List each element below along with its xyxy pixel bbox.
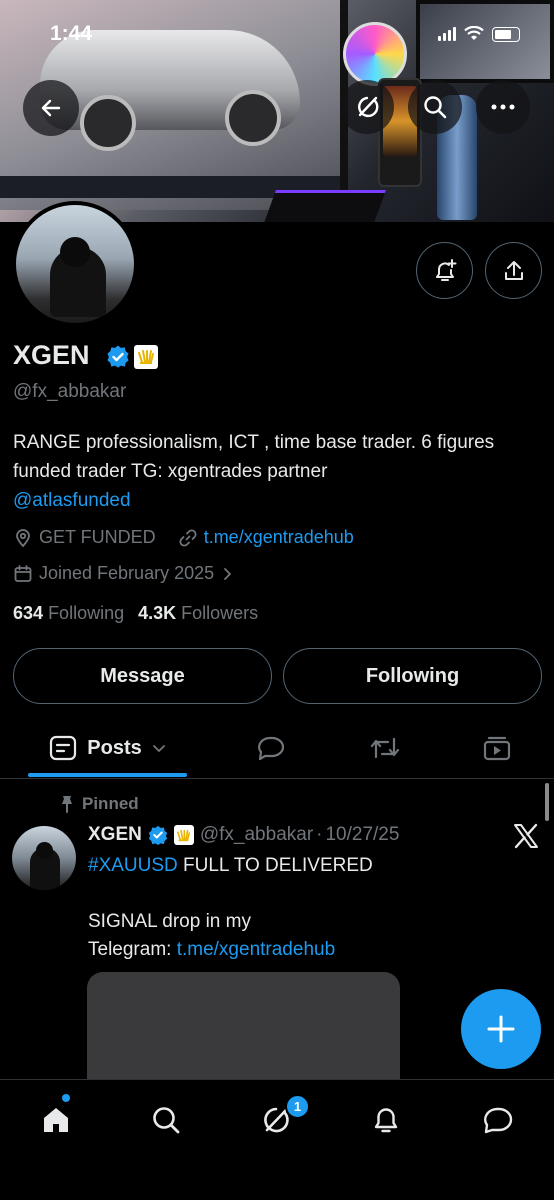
- nav-messages[interactable]: [478, 1100, 518, 1140]
- affiliate-badge-icon: [134, 345, 158, 369]
- profile-website-link[interactable]: t.me/xgentradehub: [204, 527, 354, 548]
- nav-notifications[interactable]: [366, 1100, 406, 1140]
- post-header: XGEN @fx_abbakar · 10/27/25: [88, 824, 399, 846]
- pinned-label: Pinned: [82, 794, 139, 813]
- pin-icon: [62, 796, 72, 813]
- bell-icon: [374, 1108, 398, 1133]
- profile-tabs: Posts: [0, 718, 554, 779]
- affiliate-badge-icon: [173, 825, 194, 845]
- battery-icon: [492, 26, 520, 42]
- tab-posts[interactable]: Posts: [28, 718, 187, 778]
- profile-handle: @fx_abbakar: [13, 381, 127, 402]
- post-author-handle: @fx_abbakar: [199, 824, 314, 845]
- post-line-3: Telegram: t.me/xgentradehub: [88, 939, 336, 960]
- search-button[interactable]: [408, 80, 462, 134]
- post-line-1: #XAUUSD FULL TO DELIVERED: [88, 855, 373, 876]
- bio-text: RANGE professionalism, ICT , time base t…: [13, 432, 495, 482]
- bell-plus-icon: [435, 258, 456, 281]
- post-line-2: SIGNAL drop in my: [88, 911, 251, 932]
- nav-home[interactable]: [36, 1100, 76, 1140]
- share-icon: [504, 260, 523, 280]
- following-count-link[interactable]: 634 Following: [13, 603, 124, 624]
- status-icons: [438, 26, 520, 42]
- repost-icon: [370, 737, 400, 759]
- post-author-avatar[interactable]: [12, 826, 76, 890]
- profile-category: GET FUNDED: [39, 527, 156, 547]
- link-icon: [179, 528, 197, 547]
- tab-replies[interactable]: [246, 718, 296, 778]
- post-author-name[interactable]: XGEN: [88, 824, 142, 846]
- notify-button[interactable]: [416, 242, 473, 299]
- calendar-icon: [14, 564, 32, 582]
- follow-counts: 634 Following 4.3K Followers: [13, 603, 258, 624]
- plus-icon: [487, 1015, 515, 1043]
- display-name: XGEN: [13, 340, 90, 370]
- tab-posts-label: Posts: [87, 736, 142, 759]
- tab-videos[interactable]: [472, 718, 522, 778]
- following-button[interactable]: Following: [283, 648, 542, 704]
- tab-reposts[interactable]: [360, 718, 410, 778]
- more-horizontal-icon: [491, 104, 515, 110]
- home-icon: [44, 1108, 68, 1132]
- back-button[interactable]: [23, 80, 79, 136]
- banner-wheel: [225, 90, 281, 146]
- verified-badge-icon: [148, 825, 168, 845]
- message-button[interactable]: Message: [13, 648, 272, 704]
- post-text: #XAUUSD FULL TO DELIVERED SIGNAL drop in…: [88, 852, 488, 964]
- grok-icon: [358, 96, 379, 118]
- posts-icon: [50, 735, 77, 761]
- joined-date: Joined February 2025: [39, 563, 215, 583]
- tab-underline: [28, 773, 187, 777]
- post-telegram-link[interactable]: t.me/xgentradehub: [177, 939, 335, 960]
- profile-avatar[interactable]: [12, 201, 138, 327]
- wifi-icon: [464, 26, 484, 40]
- banner-keyboard: [263, 190, 387, 222]
- search-icon: [153, 1107, 180, 1134]
- post-separator: ·: [316, 824, 323, 845]
- message-bubble-icon: [484, 1107, 513, 1134]
- post-hashtag-link[interactable]: #XAUUSD: [88, 855, 178, 876]
- bottom-nav: [0, 1079, 554, 1200]
- x-logo-icon: [514, 823, 538, 849]
- profile-meta-row: GET FUNDED t.me/xgentradehub: [13, 527, 354, 548]
- banner-fan: [343, 22, 407, 86]
- followers-count-link[interactable]: 4.3K Followers: [138, 603, 258, 624]
- more-button[interactable]: [476, 80, 530, 134]
- pinned-label-row: Pinned: [60, 794, 139, 814]
- grok-button[interactable]: [340, 80, 394, 134]
- verified-badge-icon: [107, 345, 129, 368]
- home-unread-dot: [62, 1094, 70, 1102]
- location-pin-icon: [16, 528, 30, 547]
- share-button[interactable]: [485, 242, 542, 299]
- joined-row[interactable]: Joined February 2025: [13, 563, 234, 584]
- profile-bio: RANGE professionalism, ICT , time base t…: [13, 428, 533, 515]
- post-date: 10/27/25: [325, 824, 400, 845]
- video-icon: [483, 736, 511, 761]
- chevron-down-icon: [152, 745, 165, 752]
- search-icon: [424, 96, 447, 119]
- arrow-left-icon: [41, 99, 61, 117]
- status-time: 1:44: [50, 22, 93, 45]
- compose-post-button[interactable]: [461, 989, 541, 1069]
- reply-bubble-icon: [258, 736, 285, 761]
- bio-mention-link[interactable]: @atlasfunded: [13, 490, 131, 511]
- chevron-right-icon: [224, 567, 232, 580]
- grok-badge: 1: [285, 1094, 310, 1119]
- scrollbar[interactable]: [545, 783, 549, 821]
- nav-explore[interactable]: [146, 1100, 186, 1140]
- signal-icon: [438, 27, 456, 41]
- avatar-head: [60, 237, 90, 267]
- banner-wheel: [80, 95, 136, 151]
